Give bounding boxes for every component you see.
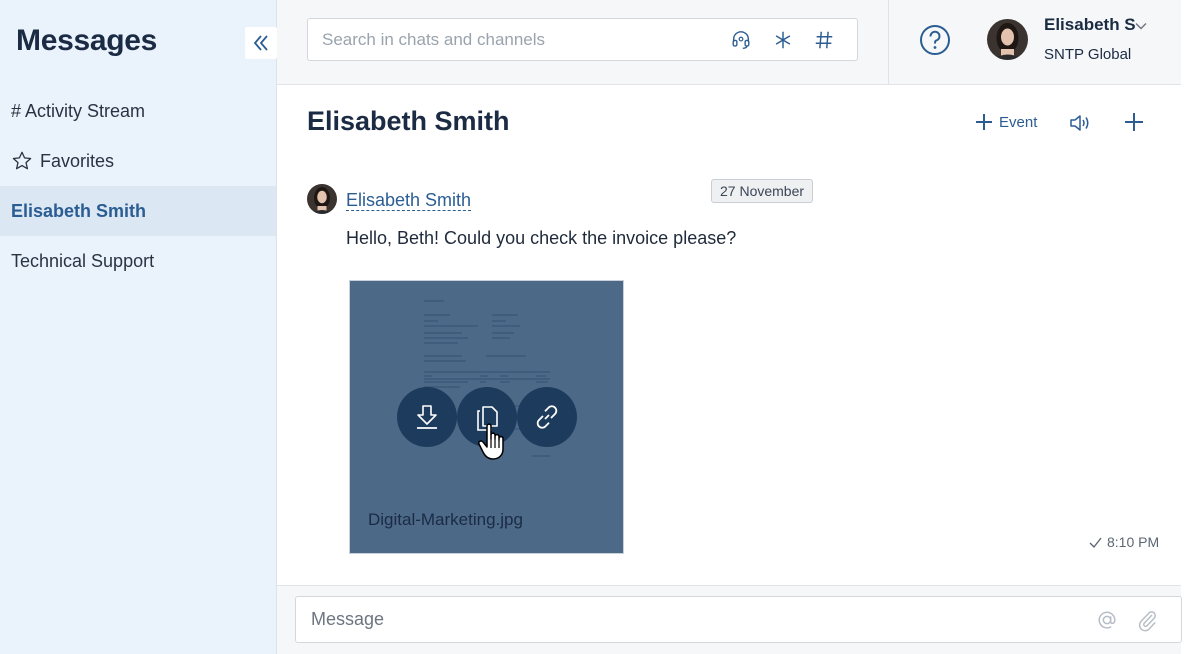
- speaker-icon[interactable]: [1068, 111, 1092, 135]
- download-button[interactable]: [397, 387, 457, 447]
- avatar-image: [307, 184, 337, 214]
- help-icon[interactable]: [919, 24, 951, 56]
- user-org: SNTP Global: [1044, 46, 1132, 63]
- chat-title: Elisabeth Smith: [307, 106, 510, 136]
- sidebar-item-activity-stream[interactable]: # Activity Stream: [0, 86, 276, 136]
- add-event-button[interactable]: Event: [975, 113, 1037, 131]
- collapse-sidebar-button[interactable]: [245, 27, 277, 59]
- message-avatar[interactable]: [307, 184, 337, 214]
- sidebar-item-elisabeth-smith[interactable]: Elisabeth Smith: [0, 186, 276, 236]
- user-name[interactable]: Elisabeth S: [1044, 15, 1136, 35]
- search-box: [307, 18, 858, 61]
- message-text: Hello, Beth! Could you check the invoice…: [346, 228, 737, 248]
- message-time: 8:10 PM: [1088, 534, 1159, 550]
- avatar-image: [987, 19, 1028, 60]
- event-label: Event: [999, 113, 1038, 131]
- scrollbar-track: [1181, 0, 1194, 654]
- date-badge: 27 November: [711, 179, 814, 203]
- link-icon: [536, 405, 558, 429]
- paperclip-icon[interactable]: [1136, 608, 1158, 632]
- sidebar: Messages # Activity Stream Favorites Eli…: [0, 0, 277, 654]
- add-button[interactable]: [1123, 111, 1145, 133]
- message-input[interactable]: [311, 597, 1071, 642]
- attachment-file-name: Digital-Marketing.jpg: [368, 510, 523, 529]
- header-divider: [888, 0, 889, 84]
- star-icon: [12, 151, 32, 170]
- sidebar-item-label: Technical Support: [11, 250, 155, 271]
- top-bar: Elisabeth S SNTP Global: [277, 0, 1181, 85]
- sidebar-nav: # Activity Stream Favorites Elisabeth Sm…: [0, 86, 276, 286]
- check-icon: [1089, 537, 1102, 548]
- composer-area: [277, 585, 1182, 654]
- download-icon: [417, 405, 437, 429]
- sidebar-item-label: Favorites: [40, 150, 115, 171]
- double-chevron-left-icon: [253, 35, 268, 51]
- sidebar-title: Messages: [16, 24, 158, 57]
- hand-pointer-cursor-icon: [478, 423, 504, 460]
- headset-icon[interactable]: [730, 29, 752, 51]
- chevron-down-icon[interactable]: [1134, 19, 1148, 33]
- search-input[interactable]: [322, 19, 722, 60]
- hashtag-icon[interactable]: [813, 29, 835, 51]
- sidebar-item-favorites[interactable]: Favorites: [0, 136, 276, 186]
- sidebar-item-label: # Activity Stream: [11, 100, 146, 121]
- composer: [295, 596, 1182, 643]
- message-time-label: 8:10 PM: [1107, 534, 1160, 550]
- sidebar-item-label: Elisabeth Smith: [11, 200, 147, 221]
- sidebar-item-technical-support[interactable]: Technical Support: [0, 236, 276, 286]
- image-attachment[interactable]: Digital-Marketing.jpg: [349, 280, 624, 554]
- copy-link-button[interactable]: [517, 387, 577, 447]
- asterisk-icon[interactable]: [772, 29, 794, 51]
- avatar[interactable]: [987, 19, 1028, 60]
- plus-icon: [976, 114, 992, 130]
- message-author[interactable]: Elisabeth Smith: [346, 190, 472, 211]
- mention-icon[interactable]: [1096, 609, 1118, 631]
